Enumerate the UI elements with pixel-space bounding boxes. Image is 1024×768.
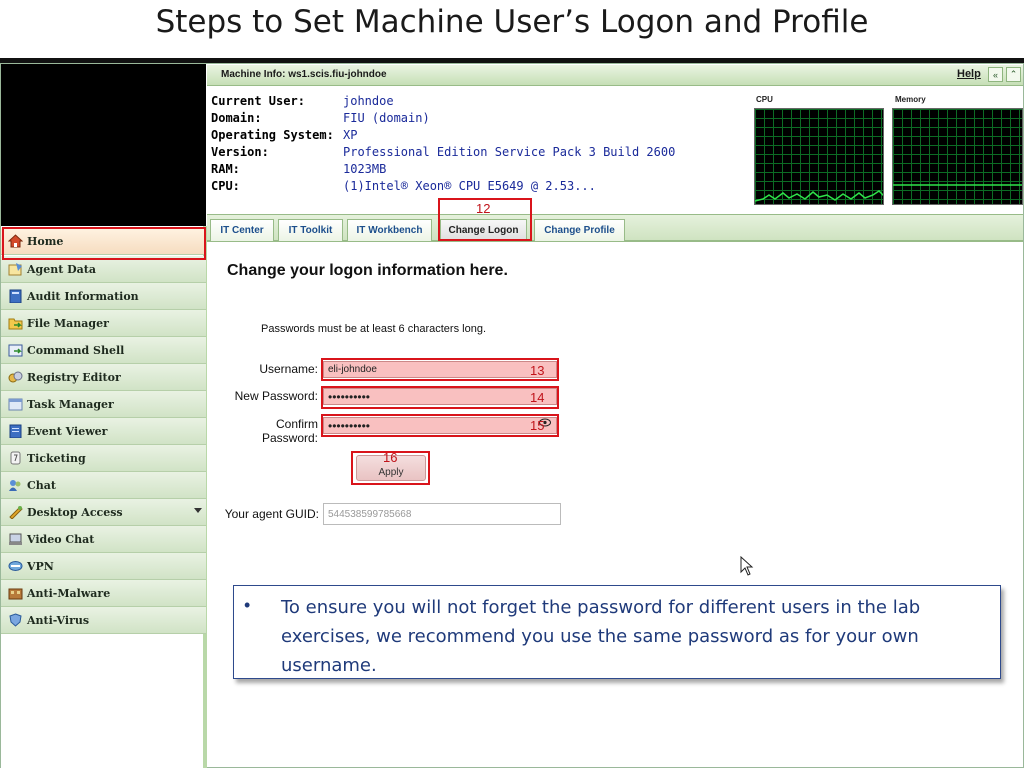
chevron-down-icon[interactable] (194, 508, 202, 513)
highlight-username (321, 358, 559, 381)
sidebar-item-label: Agent Data (27, 262, 97, 276)
sidebar-item-anti-malware[interactable]: Anti-Malware (1, 580, 206, 607)
sidebar-item-anti-virus[interactable]: Anti-Virus (1, 607, 206, 634)
registry-icon (7, 370, 23, 385)
sidebar-item-label: Registry Editor (27, 370, 121, 384)
help-link[interactable]: Help (957, 68, 981, 80)
highlight-confirm-password (321, 414, 559, 437)
sidebar-item-chat[interactable]: Chat (1, 472, 206, 499)
sidebar-item-ticketing[interactable]: Ticketing (1, 445, 206, 472)
anti-malware-icon (7, 586, 23, 601)
confirm-label-line1: Confirm (275, 417, 318, 431)
sidebar-item-label: Audit Information (27, 289, 139, 303)
event-icon (7, 424, 23, 439)
cpu-graph-label: CPU (756, 95, 773, 104)
sidebar-item-registry-editor[interactable]: Registry Editor (1, 364, 206, 391)
collapse-icon[interactable]: « (988, 67, 1003, 82)
sidebar-item-label: Anti-Virus (27, 613, 90, 627)
password-rule-note: Passwords must be at least 6 characters … (261, 323, 486, 335)
audit-icon (7, 289, 23, 304)
anti-virus-icon (7, 613, 23, 628)
sidebar-item-label: Command Shell (27, 343, 125, 357)
chat-icon (7, 478, 23, 493)
step-number-15: 15 (530, 418, 545, 433)
scroll-up-icon[interactable]: ⌃ (1006, 67, 1021, 82)
task-icon (7, 397, 23, 412)
guid-field: 544538599785668 (323, 503, 561, 525)
tip-callout: • To ensure you will not forget the pass… (233, 585, 1001, 679)
desktop-access-icon (7, 505, 23, 520)
highlight-home (2, 227, 206, 260)
sidebar-item-command-shell[interactable]: Command Shell (1, 337, 206, 364)
confirm-label-line2: Password: (261, 431, 318, 445)
tab-it-workbench[interactable]: IT Workbench (347, 219, 432, 241)
bullet: • (244, 595, 251, 615)
vpn-icon (7, 559, 23, 574)
shell-icon (7, 343, 23, 358)
ticket-icon (7, 451, 23, 466)
tab-it-center[interactable]: IT Center (210, 219, 274, 241)
guid-label: Your agent GUID: (224, 507, 319, 521)
sidebar-item-label: Task Manager (27, 397, 114, 411)
username-label: Username: (259, 362, 318, 376)
video-chat-icon (7, 532, 23, 547)
sidebar-item-label: Ticketing (27, 451, 86, 465)
sidebar: Home Agent Data Audit Information File M… (1, 226, 207, 768)
memory-graph-label: Memory (895, 95, 926, 104)
cpu-graph (754, 108, 884, 205)
agent-data-icon (7, 262, 23, 277)
step-number-14: 14 (530, 390, 545, 405)
sidebar-item-file-manager[interactable]: File Manager (1, 310, 206, 337)
machine-info-title: Machine Info: ws1.scis.fiu-johndoe (221, 69, 387, 80)
sidebar-item-vpn[interactable]: VPN (1, 553, 206, 580)
sidebar-item-video-chat[interactable]: Video Chat (1, 526, 206, 553)
sidebar-item-agent-data[interactable]: Agent Data (1, 256, 206, 283)
memory-graph-line (893, 184, 1022, 186)
mouse-cursor-icon (740, 555, 754, 581)
sidebar-item-audit-information[interactable]: Audit Information (1, 283, 206, 310)
folder-icon (7, 316, 23, 331)
logo-area (1, 64, 206, 226)
sidebar-item-label: Video Chat (27, 532, 95, 546)
highlight-new-password (321, 386, 559, 409)
sidebar-item-desktop-access[interactable]: Desktop Access (1, 499, 206, 526)
tab-change-profile[interactable]: Change Profile (534, 219, 625, 241)
sidebar-item-label: File Manager (27, 316, 109, 330)
tip-text: To ensure you will not forget the passwo… (281, 597, 921, 676)
page-heading: Change your logon information here. (227, 262, 508, 279)
sidebar-item-label: Event Viewer (27, 424, 108, 438)
memory-graph (892, 108, 1023, 205)
sidebar-item-task-manager[interactable]: Task Manager (1, 391, 206, 418)
tab-it-toolkit[interactable]: IT Toolkit (278, 219, 343, 241)
sidebar-item-event-viewer[interactable]: Event Viewer (1, 418, 206, 445)
sidebar-item-label: Chat (27, 478, 56, 492)
new-password-label: New Password: (234, 389, 318, 403)
sidebar-item-label: Desktop Access (27, 505, 123, 519)
cpu-graph-line (755, 190, 883, 202)
step-number-12: 12 (476, 201, 491, 216)
step-number-16: 16 (383, 450, 398, 465)
tab-bar: IT Center IT Toolkit IT Workbench Change… (207, 214, 1023, 242)
sidebar-item-label: Anti-Malware (27, 586, 111, 600)
slide-title: Steps to Set Machine User’s Logon and Pr… (155, 4, 869, 40)
machine-info-bar: Machine Info: ws1.scis.fiu-johndoe Help … (207, 65, 1023, 86)
step-number-13: 13 (530, 363, 545, 378)
sidebar-item-label: VPN (27, 559, 54, 573)
